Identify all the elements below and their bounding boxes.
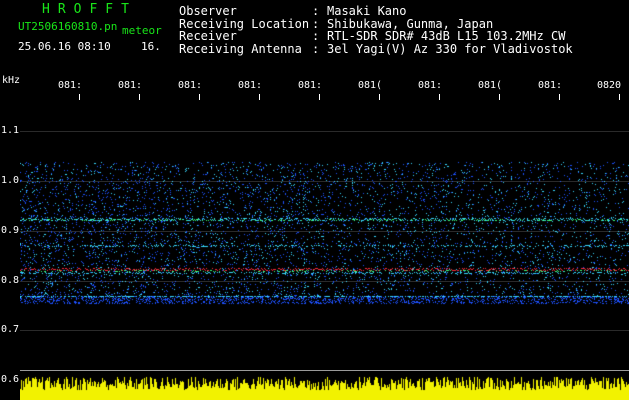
spectrum-baseline — [20, 370, 629, 371]
x-tick-label: 0820 — [597, 80, 622, 91]
y-tick-label: 1.1 — [1, 125, 20, 136]
x-tick-label: 081: — [298, 80, 323, 91]
y-tick-label: 0.6 — [1, 374, 20, 385]
filename: UT2506160810.pn — [18, 20, 118, 33]
receiver-label: Receiver — [179, 29, 237, 43]
timestamp: 25.06.16 08:10 — [18, 40, 111, 53]
receiver-value: RTL-SDR SDR# 43dB L15 103.2MHz CW — [327, 29, 566, 43]
x-tick-label: 081( — [358, 80, 383, 91]
y-tick-label: 1.0 — [1, 175, 20, 186]
app-title: HROFFT — [42, 2, 137, 17]
meteor-count: 16. — [141, 40, 161, 53]
spectrogram-waterfall — [20, 100, 629, 370]
x-tick-label: 081( — [478, 80, 503, 91]
x-tick-label: 081: — [238, 80, 263, 91]
x-tick-label: 081: — [118, 80, 143, 91]
observer-label: Observer — [179, 4, 237, 18]
antenna-separator: : — [312, 41, 320, 56]
y-tick-label: 0.7 — [1, 324, 20, 335]
x-tick-label: 081: — [58, 80, 83, 91]
signal-level-bars — [20, 372, 629, 400]
observer-separator: : — [312, 4, 320, 18]
meteor-label: meteor — [122, 24, 162, 37]
antenna-value: 3el Yagi(V) Az 330 for Vladivostok — [327, 41, 573, 56]
y-tick-label: 0.8 — [1, 275, 20, 286]
receiver-separator: : — [312, 29, 320, 43]
y-unit-label: kHz — [2, 75, 21, 86]
x-tick-label: 081: — [178, 80, 203, 91]
antenna-label: Receiving Antenna — [179, 41, 302, 56]
x-tick-label: 081: — [418, 80, 443, 91]
x-tick-label: 081: — [538, 80, 563, 91]
y-tick-label: 0.9 — [1, 225, 20, 236]
observer-value: Masaki Kano — [327, 4, 407, 18]
